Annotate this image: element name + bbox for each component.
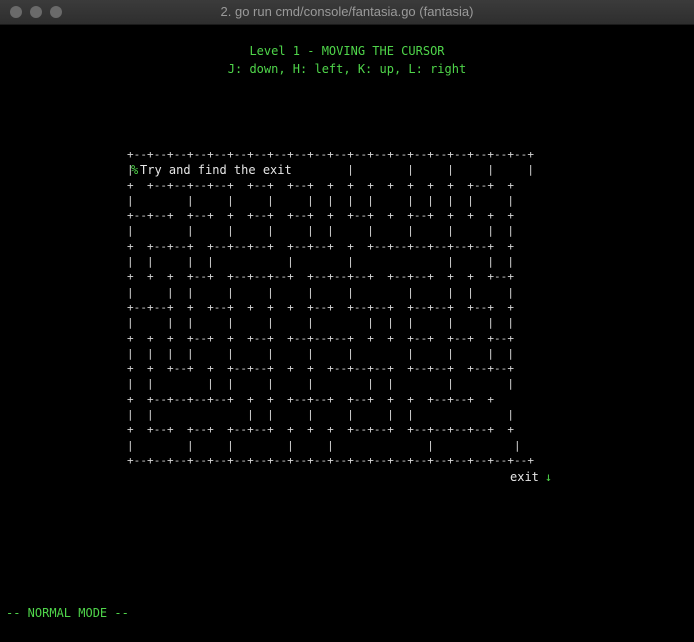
terminal-window: 2. go run cmd/console/fantasia.go (fanta… xyxy=(0,0,694,642)
maze-row: | | | | | | | | | | xyxy=(127,377,515,391)
player-cursor: % xyxy=(131,163,139,177)
maze-row: | | | | | | | | | | | | | xyxy=(127,193,515,207)
exit-arrow-icon: ↓ xyxy=(544,470,553,484)
maze-row: + +--+ +--+ +--+--+ + + + +--+--+ +--+--… xyxy=(127,423,515,437)
title-bar: 2. go run cmd/console/fantasia.go (fanta… xyxy=(0,0,694,25)
maze-grid: +--+--+--+--+--+--+--+--+--+--+--+--+--+… xyxy=(127,147,534,468)
maze-row: + + + +--+ + +--+ +--+--+--+ + + +--+ +-… xyxy=(127,331,515,345)
maze-row: + +--+--+--+--+ +--+ +--+ + + + + + + + … xyxy=(127,178,515,192)
maze-hint: Try and find the exit xyxy=(140,163,294,177)
level-title: Level 1 - MOVING THE CURSOR xyxy=(249,44,445,58)
maze-row: +--+--+--+--+--+--+--+--+--+--+--+--+--+… xyxy=(127,453,535,467)
maze-row: | | | | | | | | | | | xyxy=(127,285,515,299)
maze-row: + + +--+ + +--+--+ + + +--+--+--+ +--+--… xyxy=(127,362,515,376)
maze-row: + +--+--+--+--+ + + +--+--+ +--+ + + +--… xyxy=(127,392,494,406)
maze-row: | | | | | | | | | | | | xyxy=(127,316,515,330)
mode-indicator: -- NORMAL MODE -- xyxy=(6,606,129,620)
maze-row: +--+--+ + +--+ + + + +--+ +--+--+ +--+--… xyxy=(127,300,515,314)
maze-row: | | | | | | | | | | | xyxy=(127,224,515,238)
terminal-content[interactable]: Level 1 - MOVING THE CURSOR J: down, H: … xyxy=(0,25,694,642)
maze-row: | | | | | | | | | | | | xyxy=(127,346,515,360)
maze-row: | | | | | | | | | xyxy=(127,255,515,269)
window-title: 2. go run cmd/console/fantasia.go (fanta… xyxy=(220,4,474,19)
maze-row: | | | | | | | xyxy=(127,438,521,452)
exit-label: exit xyxy=(510,470,539,484)
key-instructions: J: down, H: left, K: up, L: right xyxy=(227,62,467,76)
maze-exit: exit ↓ xyxy=(510,470,553,484)
maze-row: + + + +--+ +--+--+--+ +--+--+--+ +--+--+… xyxy=(127,270,515,284)
maze-row: + +--+--+ +--+--+--+ +--+--+ + +--+--+--… xyxy=(127,239,515,253)
maze-row: +--+--+ +--+ + +--+ +--+ + +--+ + +--+ +… xyxy=(127,209,515,223)
maze-row: | | | | | | | | | xyxy=(127,408,515,422)
maze-row: +--+--+--+--+--+--+--+--+--+--+--+--+--+… xyxy=(127,148,535,161)
